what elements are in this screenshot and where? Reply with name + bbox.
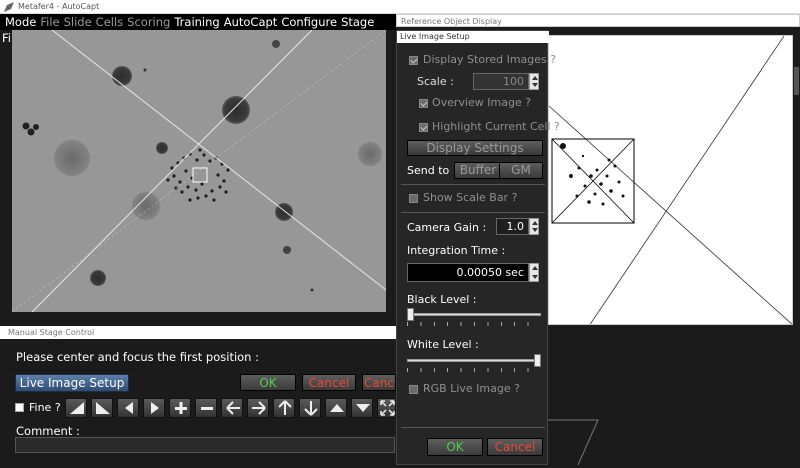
manual-stage-title: Manual Stage Control [0,326,400,339]
app-icon [4,2,14,12]
menu-item-configure[interactable]: Configure [279,14,339,30]
integration-time-label: Integration Time : [407,244,506,257]
menu-item-stage[interactable]: Stage [339,14,376,30]
arrow-right-icon [252,401,266,415]
highlight-cell-checkbox[interactable] [419,123,428,132]
live-image-setup-panel: Live Image Setup Display Stored Images ?… [396,30,560,465]
menu-item-file[interactable]: File [38,14,61,30]
separator [401,184,545,185]
display-stored-label: Display Stored Images ? [423,53,557,66]
caret-down-icon [356,404,370,412]
live-setup-ok-button[interactable]: OK [427,438,483,456]
stage-cancel-button[interactable]: Cancel [302,374,356,391]
black-level-handle[interactable] [407,308,414,321]
scale-spinner[interactable] [529,73,539,90]
fullscreen-button[interactable] [377,398,396,418]
white-level-handle[interactable] [534,354,541,367]
camera-gain-label: Camera Gain : [407,221,487,234]
focus-up-button[interactable] [325,398,347,418]
rgb-live-label: RGB Live Image ? [423,382,520,395]
display-stored-checkbox[interactable] [409,56,418,65]
arrow-down-button[interactable] [299,398,321,418]
scrollbar-thumb[interactable] [794,67,799,95]
camera-gain-input[interactable]: 1.0 [496,218,529,235]
rgb-live-checkbox[interactable] [409,385,418,394]
stage-outline [548,419,599,466]
move-right-button[interactable] [143,398,165,418]
triangle-bottom-left-icon [70,402,84,414]
integration-time-input[interactable]: 0.00050 sec [407,263,529,282]
separator [401,212,545,213]
bottom-right-area [548,330,800,466]
send-buffer-button[interactable]: Buffer [454,162,502,179]
plus-icon [175,402,187,414]
zoom-out-button[interactable] [195,398,217,418]
zoom-in-button[interactable] [169,398,191,418]
window-title-bar: Metafer4 - AutoCapt [0,0,800,14]
reference-object-view[interactable] [548,35,793,325]
menu-item-scoring[interactable]: Scoring [125,14,172,30]
reference-object-canvas [549,36,792,324]
overview-image-checkbox[interactable] [419,99,428,108]
minus-icon [201,407,213,410]
display-settings-button[interactable]: Display Settings [407,140,543,156]
arrow-up-button[interactable] [273,398,295,418]
send-to-label: Send to : [407,164,457,177]
integration-time-spinner[interactable] [529,263,539,282]
fine-label: Fine ? [29,401,61,414]
menu-item-mode[interactable]: Mode [0,14,38,30]
white-level-track[interactable] [407,359,541,362]
arrow-up-icon [278,400,292,415]
stage-cancel-button-2[interactable]: Canc [362,374,396,391]
black-level-label: Black Level : [407,293,477,306]
live-image-canvas [12,30,386,312]
camera-gain-spinner[interactable] [529,218,539,235]
highlight-cell-label: Highlight Current Cell ? [432,120,560,133]
focus-down-button[interactable] [351,398,373,418]
stage-ok-button[interactable]: OK [240,374,296,391]
move-diag-down-right-button[interactable] [91,398,113,418]
menu-bar: Mode File Slide Cells Scoring Training AutoCap… [0,14,396,45]
show-scale-bar-checkbox[interactable] [409,194,418,203]
caret-left-icon [125,402,133,414]
instruction-message: Please center and focus the first positi… [16,350,259,364]
arrow-right-button[interactable] [247,398,269,418]
arrow-left-button[interactable] [221,398,243,418]
live-image-setup-button[interactable]: Live Image Setup [15,374,129,392]
scale-label: Scale : [417,75,454,88]
show-scale-bar-label: Show Scale Bar ? [423,191,518,204]
reference-display-title: Reference Object Display [396,14,800,27]
black-level-track[interactable] [407,313,541,316]
menu-item-autocapt[interactable]: AutoCapt [222,14,280,30]
expand-icon [380,400,395,416]
triangle-bottom-right-icon [96,402,110,414]
move-left-button[interactable] [117,398,139,418]
arrow-left-icon [226,401,240,415]
caret-right-icon [151,402,159,414]
comment-input[interactable] [15,437,395,453]
separator [401,427,545,428]
move-diag-down-left-button[interactable] [65,398,87,418]
white-level-ticks [407,368,541,372]
window-title: Metafer4 - AutoCapt [18,2,100,11]
white-level-label: White Level : [407,338,479,351]
caret-up-icon [330,404,344,412]
overview-image-label: Overview Image ? [432,96,532,109]
live-image-view[interactable] [12,30,386,312]
arrow-down-icon [304,401,318,416]
reference-display-scrollbar[interactable] [793,27,800,327]
black-level-ticks [407,322,541,326]
live-setup-title: Live Image Setup [397,31,549,43]
live-setup-cancel-button[interactable]: Cancel [487,438,543,456]
menu-item-training[interactable]: Training [172,14,221,30]
menu-item-cells[interactable]: Cells [94,14,126,30]
menu-item-slide[interactable]: Slide [62,14,94,30]
comment-label: Comment : [16,424,80,438]
send-gm-button[interactable]: GM [499,162,543,179]
fine-checkbox[interactable] [15,403,24,412]
scale-input[interactable]: 100 [473,73,529,90]
